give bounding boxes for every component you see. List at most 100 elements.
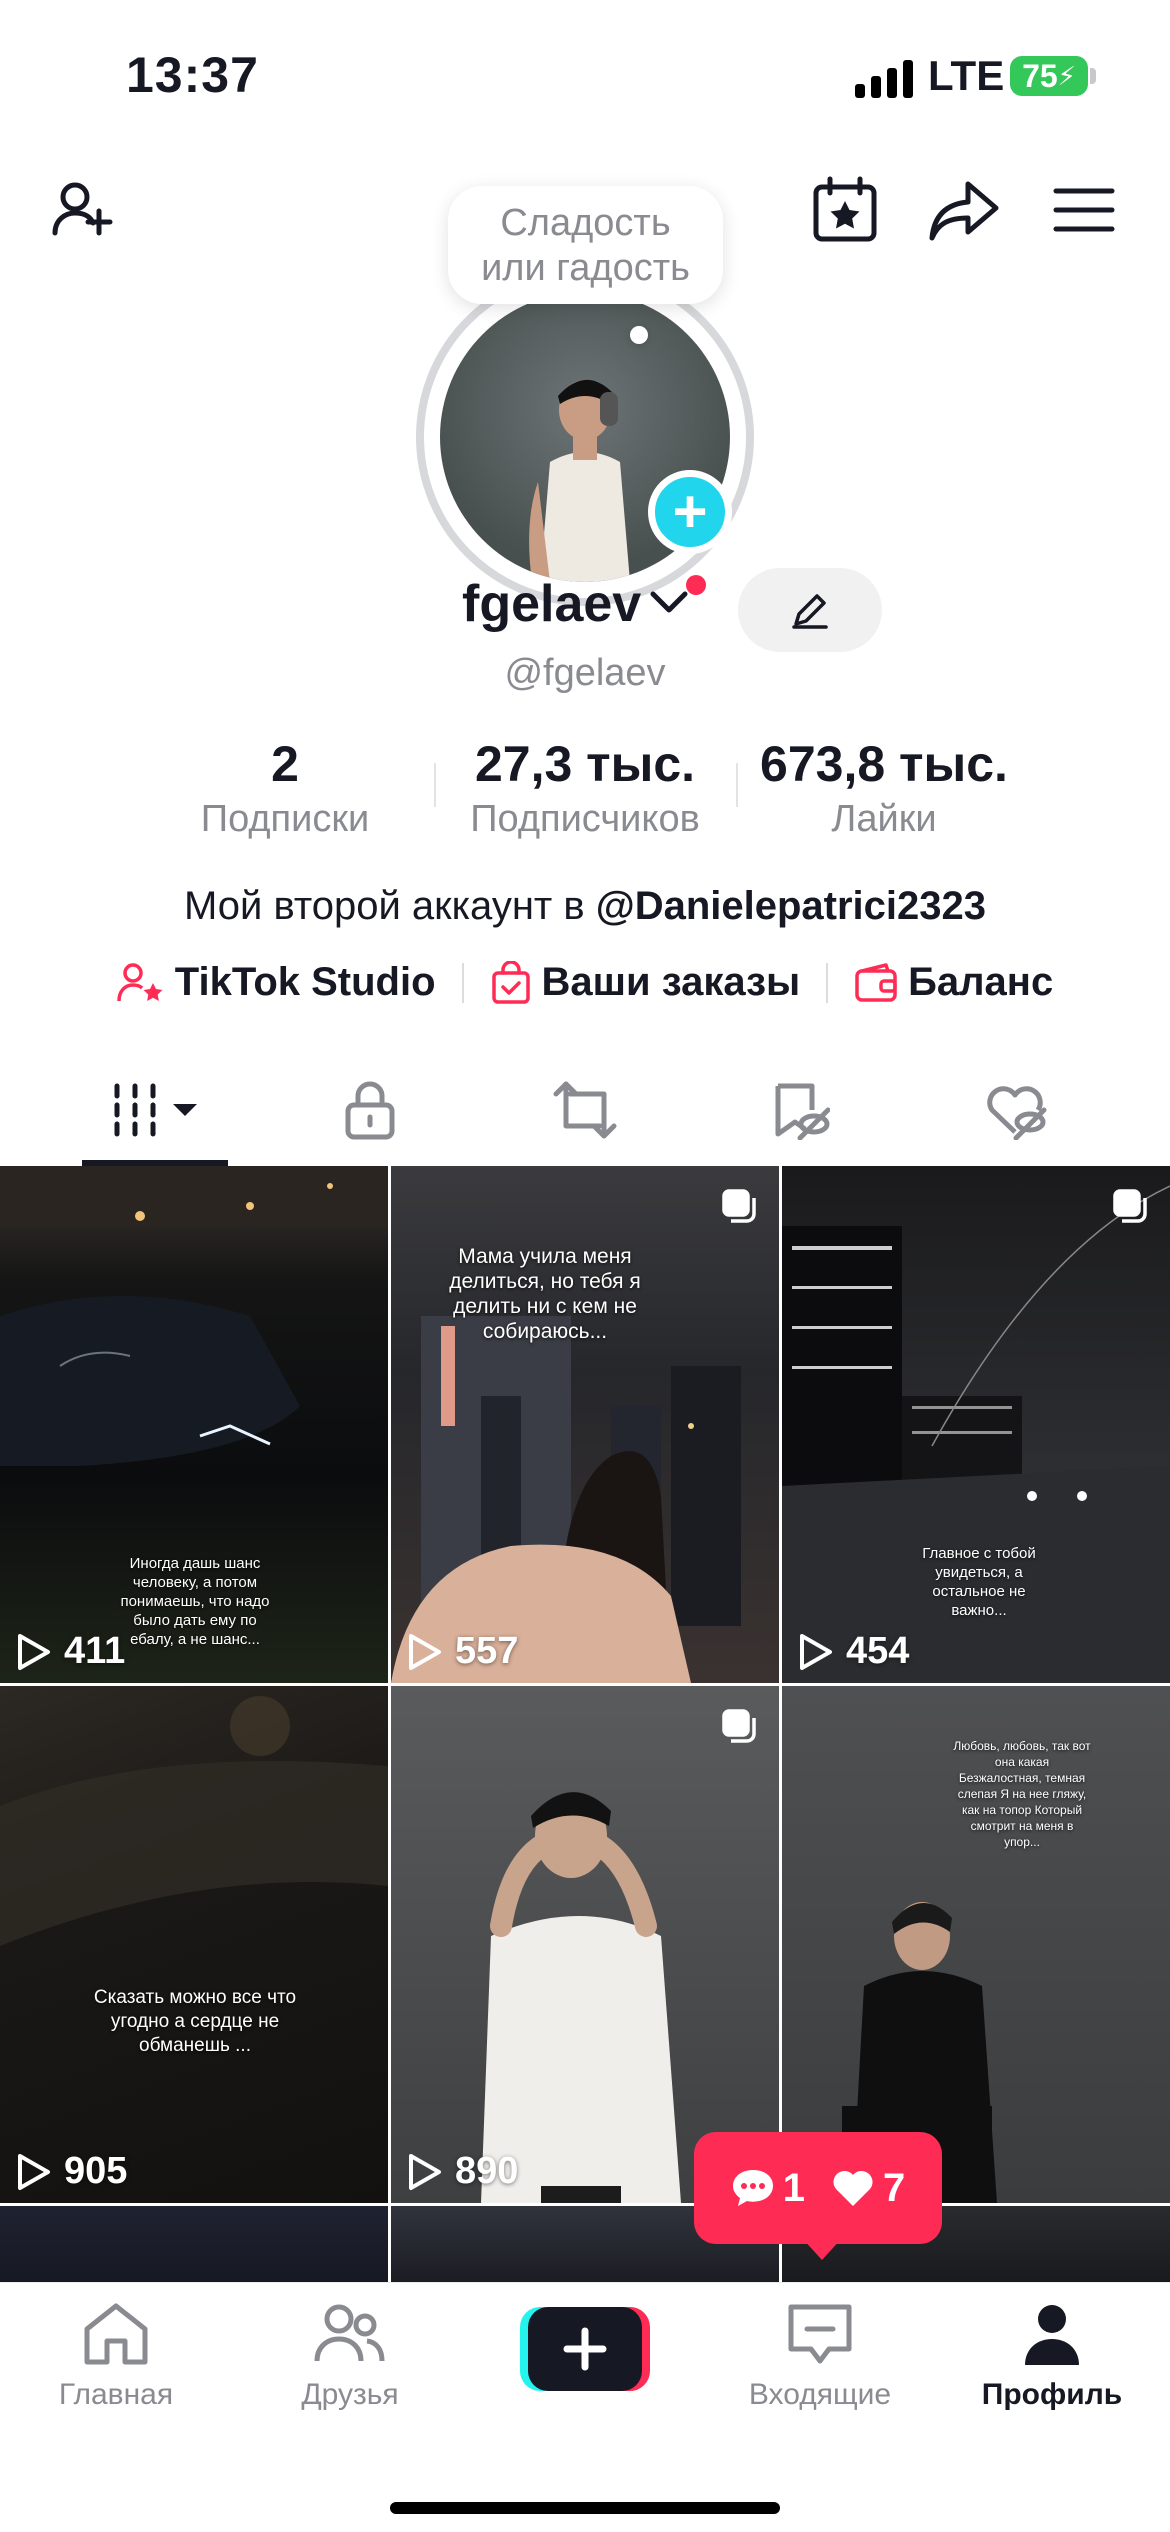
video-thumbnail[interactable]: 890 bbox=[391, 1686, 779, 2203]
signal-icon bbox=[855, 58, 913, 98]
shopping-bag-check-icon bbox=[491, 960, 530, 1004]
like-count: 7 bbox=[883, 2165, 906, 2210]
favorites-hidden-icon bbox=[775, 1083, 830, 1140]
video-views: 411 bbox=[16, 1630, 125, 1673]
play-icon bbox=[18, 2153, 50, 2190]
add-friend-icon[interactable] bbox=[44, 170, 124, 250]
video-thumbnail[interactable]: Мама учила меня делиться, но тебя я дели… bbox=[391, 1166, 779, 1683]
nav-profile-label: Профиль bbox=[981, 2378, 1123, 2411]
bio-mention-link[interactable]: @Danielepatrici2323 bbox=[596, 884, 986, 928]
menu-icon[interactable] bbox=[1044, 170, 1124, 250]
video-thumbnail[interactable] bbox=[0, 2206, 388, 2282]
nav-profile[interactable]: Профиль bbox=[962, 2301, 1142, 2412]
video-thumbnail[interactable]: Любовь, любовь, так вот она какая Безжал… bbox=[782, 1686, 1170, 2203]
liked-hidden-icon bbox=[987, 1086, 1047, 1140]
links-divider bbox=[826, 962, 829, 1003]
video-thumbnail[interactable]: Главное с тобой увидеться, а остальное н… bbox=[782, 1166, 1170, 1683]
comment-count-group: 1 bbox=[731, 2166, 805, 2211]
plus-icon bbox=[520, 2307, 650, 2391]
view-count: 411 bbox=[64, 1630, 126, 1672]
notification-dot bbox=[686, 575, 706, 595]
edit-profile-button[interactable] bbox=[738, 568, 882, 652]
video-caption: Главное с тобой увидеться, а остальное н… bbox=[922, 1545, 1036, 1619]
create-button[interactable] bbox=[520, 2307, 650, 2391]
following-count: 2 bbox=[271, 736, 299, 792]
tiktok-studio-label: TikTok Studio bbox=[174, 960, 436, 1004]
video-caption: Любовь, любовь, так вот она какая Безжал… bbox=[953, 1739, 1091, 1849]
view-count: 890 bbox=[455, 2150, 519, 2192]
stats-divider bbox=[434, 763, 436, 807]
video-views: 890 bbox=[407, 2150, 518, 2193]
content-tabs bbox=[0, 1060, 1170, 1168]
video-views: 454 bbox=[798, 1630, 909, 1673]
status-bar: 13:37 LTE 75 ⚡ bbox=[0, 0, 1170, 150]
video-thumbnail[interactable]: Сказать можно все что угодно а сердце не… bbox=[0, 1686, 388, 2203]
status-time: 13:37 bbox=[126, 47, 259, 103]
tooltip-tail-dot bbox=[630, 326, 648, 344]
avatar-tooltip-bubble[interactable]: Сладость или гадость bbox=[448, 186, 723, 304]
add-story-plus-icon[interactable]: + bbox=[648, 470, 732, 554]
video-thumbnail[interactable]: Иногда дашь шанс человеку, а потом поним… bbox=[0, 1166, 388, 1683]
view-count: 454 bbox=[846, 1630, 910, 1672]
tooltip-line1: Сладость bbox=[500, 202, 671, 244]
nav-friends[interactable]: Друзья bbox=[260, 2301, 440, 2412]
photo-carousel-icon bbox=[721, 1708, 757, 1744]
home-indicator bbox=[390, 2502, 780, 2514]
network-type: LTE bbox=[928, 52, 1005, 99]
likes-label: Лайки bbox=[831, 798, 937, 840]
activity-notification[interactable]: 1 7 bbox=[694, 2132, 942, 2244]
profile-links: TikTok Studio Ваши заказы Баланс bbox=[0, 960, 1170, 1005]
tab-reposts[interactable] bbox=[497, 1060, 673, 1160]
bio: Мой второй аккаунт в @Danielepatrici2323 bbox=[0, 884, 1170, 929]
view-count: 557 bbox=[455, 1630, 519, 1672]
tab-favorites[interactable] bbox=[712, 1060, 888, 1160]
balance-label: Баланс bbox=[908, 960, 1054, 1004]
nav-inbox-label: Входящие bbox=[748, 2378, 892, 2411]
following-label: Подписки bbox=[200, 798, 370, 840]
likes-count: 673,8 тыс. bbox=[760, 736, 1008, 792]
battery-icon: 75 ⚡ bbox=[1010, 56, 1088, 96]
inbox-icon bbox=[788, 2304, 852, 2364]
comment-icon bbox=[732, 2170, 773, 2206]
bio-text: Мой второй аккаунт в bbox=[183, 884, 596, 928]
photo-carousel-icon bbox=[1112, 1188, 1148, 1224]
play-icon bbox=[800, 1633, 832, 1670]
orders-label: Ваши заказы bbox=[541, 960, 801, 1004]
chevron-down-icon[interactable] bbox=[648, 588, 690, 623]
tooltip-line2: или гадость bbox=[481, 247, 690, 289]
tab-liked[interactable] bbox=[927, 1060, 1103, 1160]
stats-divider bbox=[736, 763, 738, 807]
nav-inbox[interactable]: Входящие bbox=[730, 2301, 910, 2412]
tiktok-studio-link[interactable]: TikTok Studio bbox=[117, 960, 436, 1005]
comment-count: 1 bbox=[782, 2165, 805, 2210]
nav-home[interactable]: Главная bbox=[26, 2301, 206, 2412]
notification-tail bbox=[802, 2238, 842, 2260]
balance-link[interactable]: Баланс bbox=[854, 960, 1053, 1005]
orders-link[interactable]: Ваши заказы bbox=[490, 960, 801, 1005]
videos-grid-icon bbox=[114, 1083, 197, 1137]
home-icon bbox=[84, 2303, 148, 2365]
heart-icon bbox=[833, 2170, 873, 2206]
username-handle: @fgelaev bbox=[504, 652, 666, 694]
tab-videos[interactable] bbox=[67, 1060, 243, 1160]
lock-icon bbox=[345, 1081, 395, 1140]
nav-friends-label: Друзья bbox=[301, 2378, 399, 2411]
battery-nub bbox=[1090, 68, 1096, 84]
followers-count: 27,3 тыс. bbox=[474, 736, 696, 792]
following-stat[interactable]: 2 Подписки bbox=[180, 734, 390, 844]
followers-stat[interactable]: 27,3 тыс. Подписчиков bbox=[450, 734, 720, 844]
video-views: 905 bbox=[16, 2150, 127, 2193]
pencil-icon bbox=[792, 594, 828, 629]
photo-carousel-icon bbox=[721, 1188, 757, 1224]
calendar-star-icon[interactable] bbox=[805, 170, 885, 250]
display-name[interactable]: fgelaev bbox=[462, 574, 641, 634]
tab-private[interactable] bbox=[282, 1060, 458, 1160]
video-grid: Иногда дашь шанс человеку, а потом поним… bbox=[0, 1166, 1170, 2282]
followers-label: Подписчиков bbox=[470, 798, 700, 840]
wallet-icon bbox=[855, 962, 897, 1002]
share-icon[interactable] bbox=[924, 170, 1004, 250]
view-count: 905 bbox=[64, 2150, 128, 2192]
likes-stat[interactable]: 673,8 тыс. Лайки bbox=[744, 734, 1024, 844]
video-caption: Сказать можно все что угодно а сердце не… bbox=[93, 1987, 297, 2056]
play-icon bbox=[409, 2153, 441, 2190]
